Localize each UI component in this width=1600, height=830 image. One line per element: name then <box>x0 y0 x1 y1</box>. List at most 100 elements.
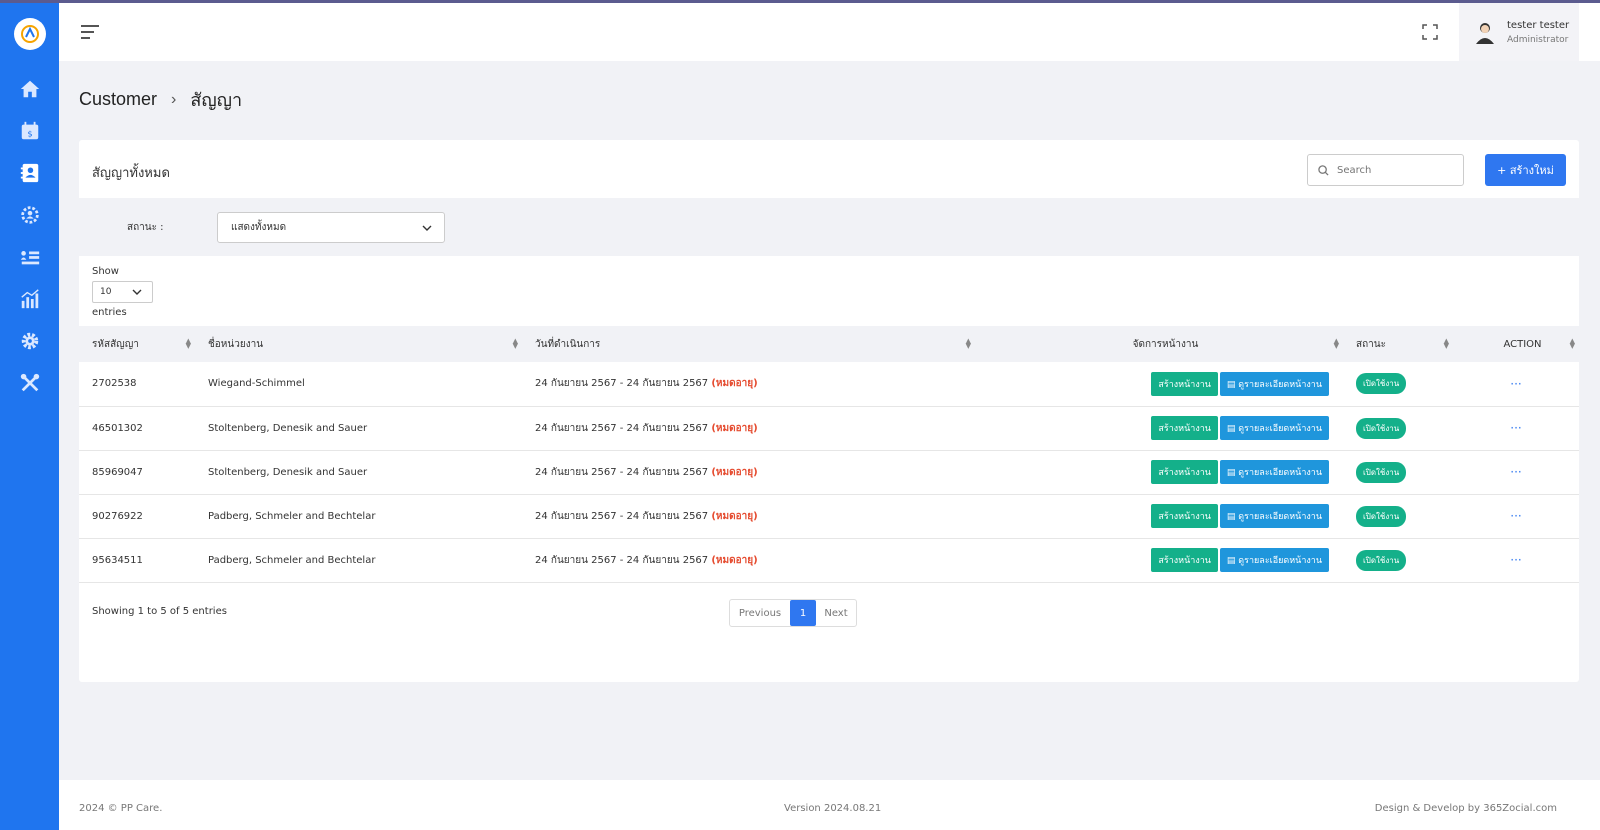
col-header-date[interactable]: วันที่ดำเนินการ ▲ ▼ <box>522 326 975 362</box>
breadcrumb-parent[interactable]: Customer <box>79 89 157 110</box>
date-cell: 24 กันยายน 2567 - 24 กันยายน 2567 (หมดอา… <box>522 538 975 582</box>
page-title: สัญญา <box>190 90 243 110</box>
contract-id-cell: 95634511 <box>92 554 143 566</box>
chart-icon[interactable] <box>17 286 43 312</box>
table-header-row: รหัสสัญญา ▲ ▼ ชื่อหน่วยงาน ▲ ▼ วันที่ดำเนินก… <box>79 326 1579 362</box>
footer-credit: Design & Develop by 365Zocial.com <box>1374 803 1557 814</box>
col-header-organization[interactable]: ชื่อหน่วยงาน ▲ ▼ <box>195 326 522 362</box>
next-page-button[interactable]: Next <box>816 600 856 626</box>
more-actions-icon[interactable]: ··· <box>1510 421 1521 435</box>
search-field[interactable] <box>1307 154 1464 186</box>
col-header-status[interactable]: สถานะ ▲ ▼ <box>1343 326 1453 362</box>
team-gear-icon[interactable] <box>17 202 43 228</box>
col-header-contract-id[interactable]: รหัสสัญญา ▲ ▼ <box>79 326 195 362</box>
settings-icon[interactable] <box>17 328 43 354</box>
sort-icon: ▲ ▼ <box>965 337 971 350</box>
footer-version: Version 2024.08.21 <box>784 803 882 814</box>
create-site-button[interactable]: สร้างหน้างาน <box>1151 504 1218 528</box>
action-cell: ··· <box>1453 362 1579 406</box>
date-cell: 24 กันยายน 2567 - 24 กันยายน 2567 (หมดอา… <box>522 494 975 538</box>
pagination: Previous 1 Next <box>729 599 857 627</box>
sort-icon: ▲ ▼ <box>512 337 518 350</box>
home-icon[interactable] <box>17 76 43 102</box>
list-icon[interactable] <box>17 244 43 270</box>
action-cell: ··· <box>1453 538 1579 582</box>
more-actions-icon[interactable]: ··· <box>1510 509 1521 523</box>
avatar <box>1473 20 1497 44</box>
sidebar: $ <box>0 3 59 830</box>
date-cell: 24 กันยายน 2567 - 24 กันยายน 2567 (หมดอา… <box>522 362 975 406</box>
table-row: 95634511 Padberg, Schmeler and Bechtelar… <box>79 538 1579 582</box>
site-actions-cell: สร้างหน้างาน ▤ ดูรายละเอียดหน้างาน <box>975 362 1343 406</box>
user-name: tester tester <box>1507 19 1570 31</box>
user-role: Administrator <box>1507 34 1569 45</box>
status-filter-label: สถานะ : <box>127 222 164 233</box>
menu-toggle-icon[interactable] <box>81 25 99 39</box>
search-input[interactable] <box>1337 164 1447 176</box>
building-icon: ▤ <box>1226 512 1239 522</box>
contract-id-cell: 2702538 <box>92 378 137 390</box>
sort-icon: ▲ ▼ <box>185 337 191 350</box>
previous-page-button[interactable]: Previous <box>730 600 790 626</box>
building-icon: ▤ <box>1226 468 1239 478</box>
view-site-details-button[interactable]: ▤ ดูรายละเอียดหน้างาน <box>1219 416 1329 440</box>
contracts-card: สัญญาทั้งหมด + สร้างใหม่ สถานะ : แสดงทั้… <box>79 140 1579 682</box>
status-filter-value: แสดงทั้งหมด <box>231 222 287 233</box>
view-site-details-button[interactable]: ▤ ดูรายละเอียดหน้างาน <box>1219 548 1329 572</box>
status-badge: เปิดใช้งาน <box>1356 417 1407 439</box>
date-range: 24 กันยายน 2567 - 24 กันยายน 2567 <box>535 378 709 390</box>
expired-label: (หมดอายุ) <box>711 510 758 522</box>
action-cell: ··· <box>1453 406 1579 450</box>
status-badge: เปิดใช้งาน <box>1356 461 1407 483</box>
contact-book-icon[interactable] <box>17 160 43 186</box>
calendar-money-icon[interactable]: $ <box>17 118 43 144</box>
create-site-button[interactable]: สร้างหน้างาน <box>1151 416 1218 440</box>
more-actions-icon[interactable]: ··· <box>1510 553 1521 567</box>
create-new-button[interactable]: + สร้างใหม่ <box>1485 154 1566 186</box>
building-icon: ▤ <box>1226 556 1239 566</box>
status-cell: เปิดใช้งาน <box>1343 362 1453 406</box>
date-cell: 24 กันยายน 2567 - 24 กันยายน 2567 (หมดอา… <box>522 406 975 450</box>
show-label: Show <box>92 266 119 277</box>
action-cell: ··· <box>1453 450 1579 494</box>
page-length-select[interactable]: 10 <box>92 281 153 303</box>
user-menu[interactable]: tester tester Administrator <box>1459 3 1579 61</box>
svg-text:$: $ <box>27 129 32 139</box>
create-site-button[interactable]: สร้างหน้างาน <box>1151 371 1218 396</box>
date-range: 24 กันยายน 2567 - 24 กันยายน 2567 <box>535 466 709 478</box>
more-actions-icon[interactable]: ··· <box>1510 465 1521 479</box>
expired-label: (หมดอายุ) <box>711 554 758 566</box>
status-filter-select[interactable]: แสดงทั้งหมด <box>217 212 445 243</box>
footer: 2024 © PP Care. Version 2024.08.21 Desig… <box>59 780 1600 830</box>
page-length-control: Show 10 entries <box>92 265 153 319</box>
chevron-right-icon: › <box>171 90 177 108</box>
organization-cell: Stoltenberg, Denesik and Sauer <box>208 422 368 434</box>
app-logo[interactable] <box>13 18 46 50</box>
table-info: Showing 1 to 5 of 5 entries <box>92 606 227 617</box>
page-1-button[interactable]: 1 <box>790 600 816 626</box>
page-length-value: 10 <box>100 286 112 297</box>
date-range: 24 กันยายน 2567 - 24 กันยายน 2567 <box>535 554 709 566</box>
site-actions-cell: สร้างหน้างาน ▤ ดูรายละเอียดหน้างาน <box>975 450 1343 494</box>
create-site-button[interactable]: สร้างหน้างาน <box>1151 460 1218 484</box>
more-actions-icon[interactable]: ··· <box>1510 377 1521 391</box>
table-row: 46501302 Stoltenberg, Denesik and Sauer … <box>79 406 1579 450</box>
sort-icon: ▲ ▼ <box>1569 337 1575 350</box>
tools-icon[interactable] <box>17 370 43 396</box>
col-header-site-management[interactable]: จัดการหน้างาน ▲ ▼ <box>975 326 1343 362</box>
fullscreen-icon[interactable] <box>1422 24 1438 40</box>
top-header: tester tester Administrator <box>59 3 1600 61</box>
breadcrumb: Customer › สัญญา <box>79 85 242 114</box>
action-cell: ··· <box>1453 494 1579 538</box>
create-site-button[interactable]: สร้างหน้างาน <box>1151 548 1218 572</box>
view-site-details-button[interactable]: ▤ ดูรายละเอียดหน้างาน <box>1219 460 1329 484</box>
filter-row: สถานะ : แสดงทั้งหมด <box>79 198 1579 256</box>
date-cell: 24 กันยายน 2567 - 24 กันยายน 2567 (หมดอา… <box>522 450 975 494</box>
view-site-details-button[interactable]: ▤ ดูรายละเอียดหน้างาน <box>1219 371 1329 396</box>
date-range: 24 กันยายน 2567 - 24 กันยายน 2567 <box>535 422 709 434</box>
view-site-details-button[interactable]: ▤ ดูรายละเอียดหน้างาน <box>1219 504 1329 528</box>
col-header-action[interactable]: ACTION ▲ ▼ <box>1453 326 1579 362</box>
status-cell: เปิดใช้งาน <box>1343 494 1453 538</box>
expired-label: (หมดอายุ) <box>711 378 758 390</box>
table-row: 90276922 Padberg, Schmeler and Bechtelar… <box>79 494 1579 538</box>
